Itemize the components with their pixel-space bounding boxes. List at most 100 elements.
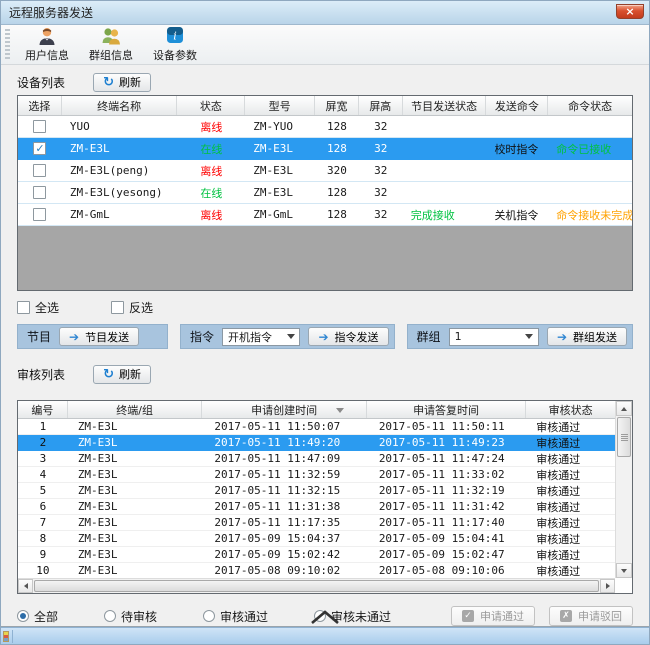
device-screen-height: 32 (359, 204, 403, 225)
audit-table-row[interactable]: 3 ZM-E3L 2017-05-11 11:47:09 2017-05-11 … (18, 451, 615, 467)
device-row-checkbox[interactable] (33, 142, 46, 155)
device-table-row[interactable]: ZM-E3L 在线 ZM-E3L 128 32 校时指令 命令已接收 (18, 138, 632, 160)
audit-number: 2 (18, 435, 68, 450)
audit-number: 8 (18, 531, 68, 546)
device-row-checkbox[interactable] (33, 186, 46, 199)
device-command-status (548, 160, 632, 181)
col-terminal-group[interactable]: 终端/组 (68, 401, 203, 418)
toolbar-item-device-params[interactable]: i 设备参数 (146, 24, 204, 65)
scroll-up-button[interactable] (616, 401, 632, 416)
triangle-up-icon (621, 407, 627, 411)
filter-approved-radio[interactable]: 审核通过 (203, 608, 268, 625)
audit-refresh-button[interactable]: ↻ 刷新 (93, 365, 151, 384)
device-program-send-status (403, 160, 487, 181)
device-screen-height: 32 (359, 160, 403, 181)
scroll-left-button[interactable] (18, 579, 33, 593)
content-area: 设备列表 ↻ 刷新 选择 终端名称 状态 型号 屏宽 屏高 节目发送状态 发送命… (1, 65, 649, 627)
audit-table-body: 1 ZM-E3L 2017-05-11 11:50:07 2017-05-11 … (18, 419, 632, 579)
device-send-command (486, 160, 548, 181)
device-program-send-status (403, 182, 487, 203)
refresh-label: 刷新 (119, 74, 141, 90)
toolbar-grip-handle[interactable] (5, 29, 10, 61)
horizontal-scrollbar[interactable] (18, 578, 615, 593)
refresh-icon: ↻ (103, 76, 114, 89)
command-send-button[interactable]: ➔ 指令发送 (308, 327, 388, 346)
col-screen-height: 屏高 (359, 96, 403, 115)
audit-created-time: 2017-05-08 09:10:02 (202, 563, 366, 578)
device-table-row[interactable]: ZM-E3L(yesong) 在线 ZM-E3L 128 32 (18, 182, 632, 204)
audit-table-row[interactable]: 5 ZM-E3L 2017-05-11 11:32:15 2017-05-11 … (18, 483, 615, 499)
filter-pending-radio[interactable]: 待审核 (104, 608, 157, 625)
toolbar-item-group-info[interactable]: 群组信息 (82, 24, 140, 65)
audit-table-row[interactable]: 2 ZM-E3L 2017-05-11 11:49:20 2017-05-11 … (18, 435, 615, 451)
audit-created-time: 2017-05-11 11:49:20 (202, 435, 366, 450)
col-number[interactable]: 编号 (18, 401, 68, 418)
col-audit-status[interactable]: 审核状态 (526, 401, 615, 418)
group-send-button[interactable]: ➔ 群组发送 (547, 327, 627, 346)
audit-table-row[interactable]: 9 ZM-E3L 2017-05-09 15:02:42 2017-05-09 … (18, 547, 615, 563)
audit-terminal: ZM-E3L (68, 499, 203, 514)
audit-list-title: 审核列表 (17, 366, 65, 383)
col-created-time[interactable]: 申请创建时间 (202, 401, 366, 418)
col-command-status: 命令状态 (548, 96, 632, 115)
svg-text:i: i (173, 30, 177, 43)
collapse-chevron[interactable] (309, 610, 341, 628)
device-table-header: 选择 终端名称 状态 型号 屏宽 屏高 节目发送状态 发送命令 命令状态 (18, 96, 632, 116)
invert-selection-checkbox[interactable]: 反选 (111, 299, 153, 316)
program-panel: 节目 ➔ 节目发送 (17, 324, 168, 349)
toolbar: 用户信息 群组信息 i 设备参数 (1, 25, 649, 65)
audit-table-row[interactable]: 7 ZM-E3L 2017-05-11 11:17:35 2017-05-11 … (18, 515, 615, 531)
command-select[interactable]: 开机指令 (222, 328, 300, 346)
audit-reply-time: 2017-05-11 11:31:42 (367, 499, 526, 514)
sort-desc-icon (336, 408, 344, 413)
filter-all-radio[interactable]: 全部 (17, 608, 58, 625)
chevron-down-icon (522, 330, 537, 344)
audit-created-time: 2017-05-11 11:17:35 (202, 515, 366, 530)
audit-reply-time: 2017-05-11 11:17:40 (367, 515, 526, 530)
device-table-row[interactable]: YUO 离线 ZM-YUO 128 32 (18, 116, 632, 138)
close-button[interactable]: × (616, 4, 644, 19)
toolbar-item-user-info[interactable]: 用户信息 (18, 24, 76, 65)
device-row-checkbox[interactable] (33, 208, 46, 221)
program-send-button[interactable]: ➔ 节目发送 (59, 327, 139, 346)
close-icon: × (625, 5, 634, 18)
col-reply-time[interactable]: 申请答复时间 (367, 401, 526, 418)
audit-reply-time: 2017-05-11 11:49:23 (367, 435, 526, 450)
device-row-checkbox[interactable] (33, 120, 46, 133)
audit-table-row[interactable]: 6 ZM-E3L 2017-05-11 11:31:38 2017-05-11 … (18, 499, 615, 515)
audit-table-row[interactable]: 1 ZM-E3L 2017-05-11 11:50:07 2017-05-11 … (18, 419, 615, 435)
device-table-row[interactable]: ZM-E3L(peng) 离线 ZM-E3L 320 32 (18, 160, 632, 182)
title-bar[interactable]: 远程服务器发送 × (1, 1, 649, 25)
audit-status: 审核通过 (526, 483, 615, 498)
command-label: 指令 (190, 328, 214, 345)
audit-created-time: 2017-05-11 11:47:09 (202, 451, 366, 466)
app-window: 远程服务器发送 × 用户信息 群组信息 (0, 0, 650, 645)
select-all-checkbox[interactable]: 全选 (17, 299, 59, 316)
device-screen-width: 128 (315, 204, 359, 225)
window-title: 远程服务器发送 (9, 4, 93, 21)
audit-table-row[interactable]: 10 ZM-E3L 2017-05-08 09:10:02 2017-05-08… (18, 563, 615, 579)
approve-request-button[interactable]: ✓ 申请通过 (451, 606, 535, 626)
device-row-checkbox[interactable] (33, 164, 46, 177)
vertical-scroll-thumb[interactable] (617, 417, 631, 457)
device-table-row[interactable]: ZM-GmL 离线 ZM-GmL 128 32 完成接收 关机指令 命令接收未完… (18, 204, 632, 226)
audit-status: 审核通过 (526, 467, 615, 482)
group-select-value: 1 (455, 330, 462, 343)
audit-table-row[interactable]: 8 ZM-E3L 2017-05-09 15:04:37 2017-05-09 … (18, 531, 615, 547)
horizontal-scroll-thumb[interactable] (34, 580, 599, 592)
device-screen-width: 320 (315, 160, 359, 181)
vertical-scrollbar[interactable] (615, 401, 632, 578)
send-arrow-icon: ➔ (557, 331, 567, 343)
device-program-send-status (403, 116, 487, 137)
group-select[interactable]: 1 (449, 328, 539, 346)
device-refresh-button[interactable]: ↻ 刷新 (93, 73, 151, 92)
reject-request-button[interactable]: ✗ 申请驳回 (549, 606, 633, 626)
col-select: 选择 (18, 96, 62, 115)
scroll-right-button[interactable] (600, 579, 615, 593)
device-screen-height: 32 (359, 116, 403, 137)
col-created-time-label: 申请创建时间 (251, 402, 317, 418)
audit-created-time: 2017-05-09 15:04:37 (202, 531, 366, 546)
audit-table-row[interactable]: 4 ZM-E3L 2017-05-11 11:32:59 2017-05-11 … (18, 467, 615, 483)
triangle-down-icon (621, 569, 627, 573)
scroll-down-button[interactable] (616, 563, 632, 578)
